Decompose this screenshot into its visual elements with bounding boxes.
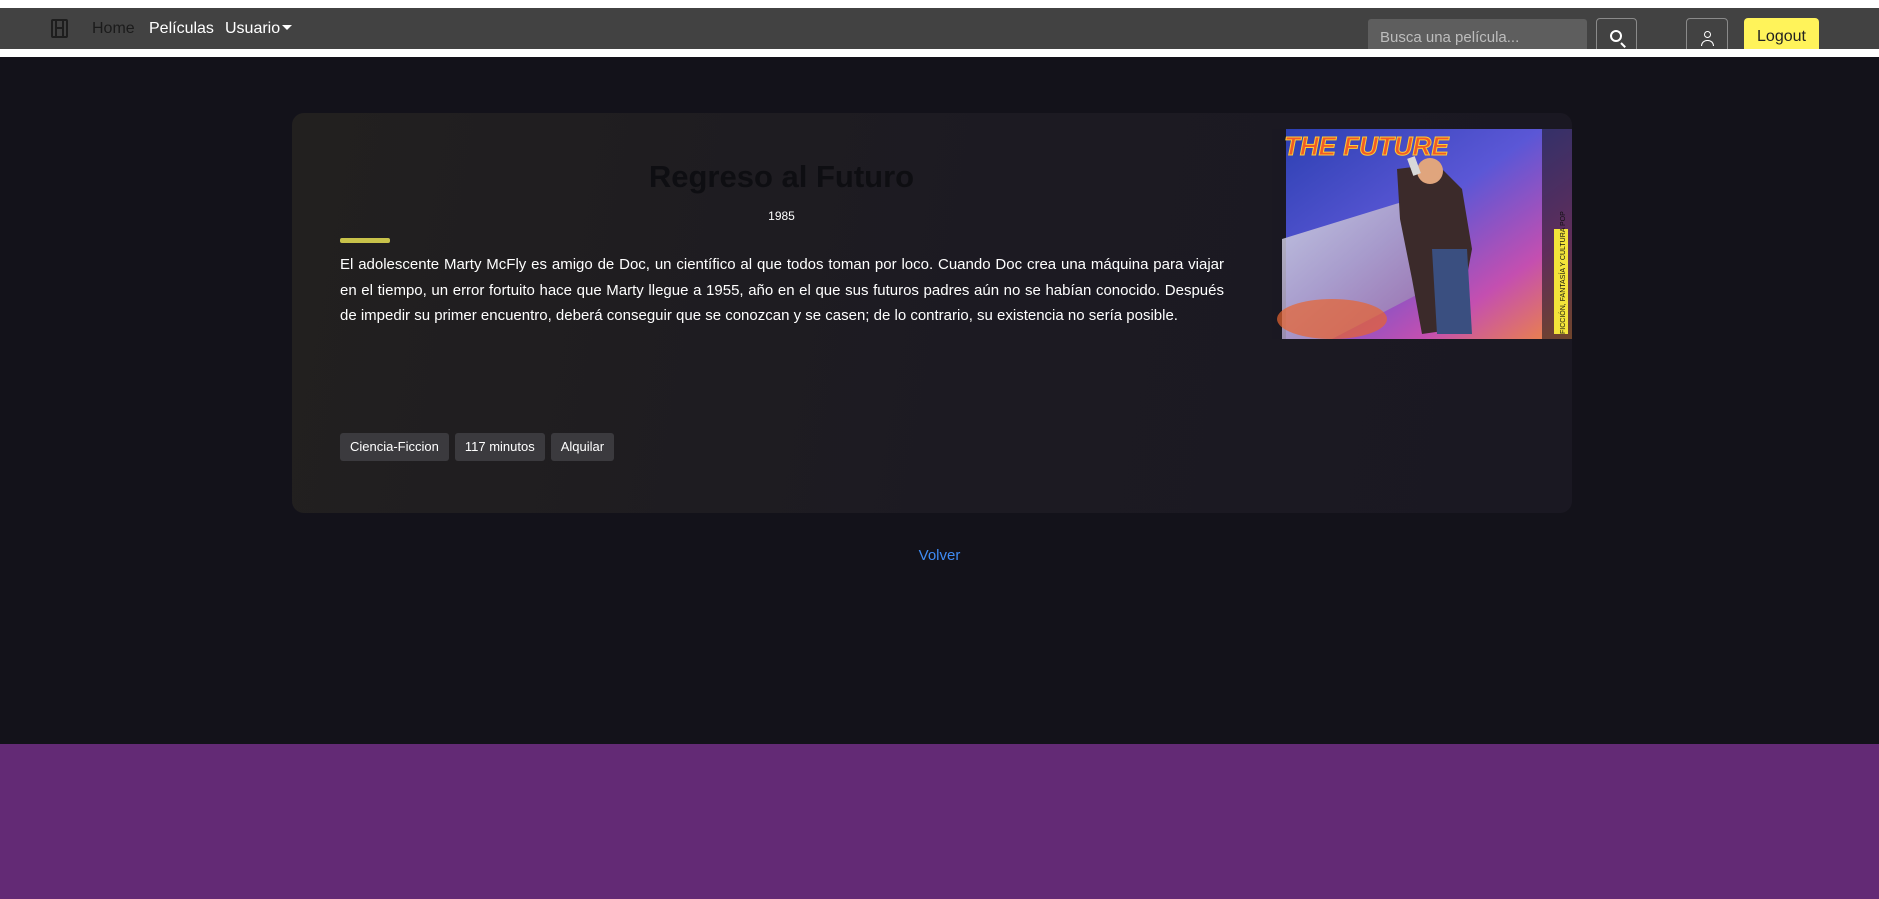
movie-synopsis: El adolescente Marty McFly es amigo de D… — [340, 256, 1224, 324]
accent-divider — [340, 238, 390, 243]
search-icon — [1610, 30, 1622, 42]
movie-tags: Ciencia-Ficcion 117 minutos Alquilar — [340, 433, 615, 461]
poster-side-text: FICCIÓN, FANTASÍA Y CULTURA POP — [1558, 211, 1567, 334]
top-border — [0, 0, 1879, 8]
movie-poster: THE FUTURE FICCIÓN, FANTASÍA Y CULTURA P… — [1272, 129, 1572, 339]
navbar: Home Películas Usuario Logout — [0, 8, 1879, 56]
rent-button[interactable]: Alquilar — [550, 433, 615, 461]
movie-title: Regreso al Futuro — [648, 159, 915, 194]
nav-peliculas-link[interactable]: Películas — [149, 19, 214, 39]
genre-badge[interactable]: Ciencia-Ficcion — [340, 433, 449, 461]
footer — [0, 744, 1879, 899]
nav-home-link[interactable]: Home — [92, 19, 135, 39]
nav-usuario-label: Usuario — [225, 20, 281, 37]
nav-usuario-dropdown[interactable]: Usuario — [225, 19, 293, 39]
film-icon[interactable] — [51, 19, 68, 38]
navbar-bottom-border — [0, 49, 1879, 57]
duration-badge[interactable]: 117 minutos — [454, 433, 545, 461]
poster-headline: THE FUTURE — [1284, 131, 1449, 161]
caret-down-icon — [282, 24, 293, 30]
back-link[interactable]: Volver — [0, 547, 1879, 564]
movie-detail-card: Regreso al Futuro 1985 El adolescente Ma… — [292, 113, 1572, 513]
user-icon — [1704, 31, 1711, 38]
movie-year: 1985 — [768, 209, 795, 223]
